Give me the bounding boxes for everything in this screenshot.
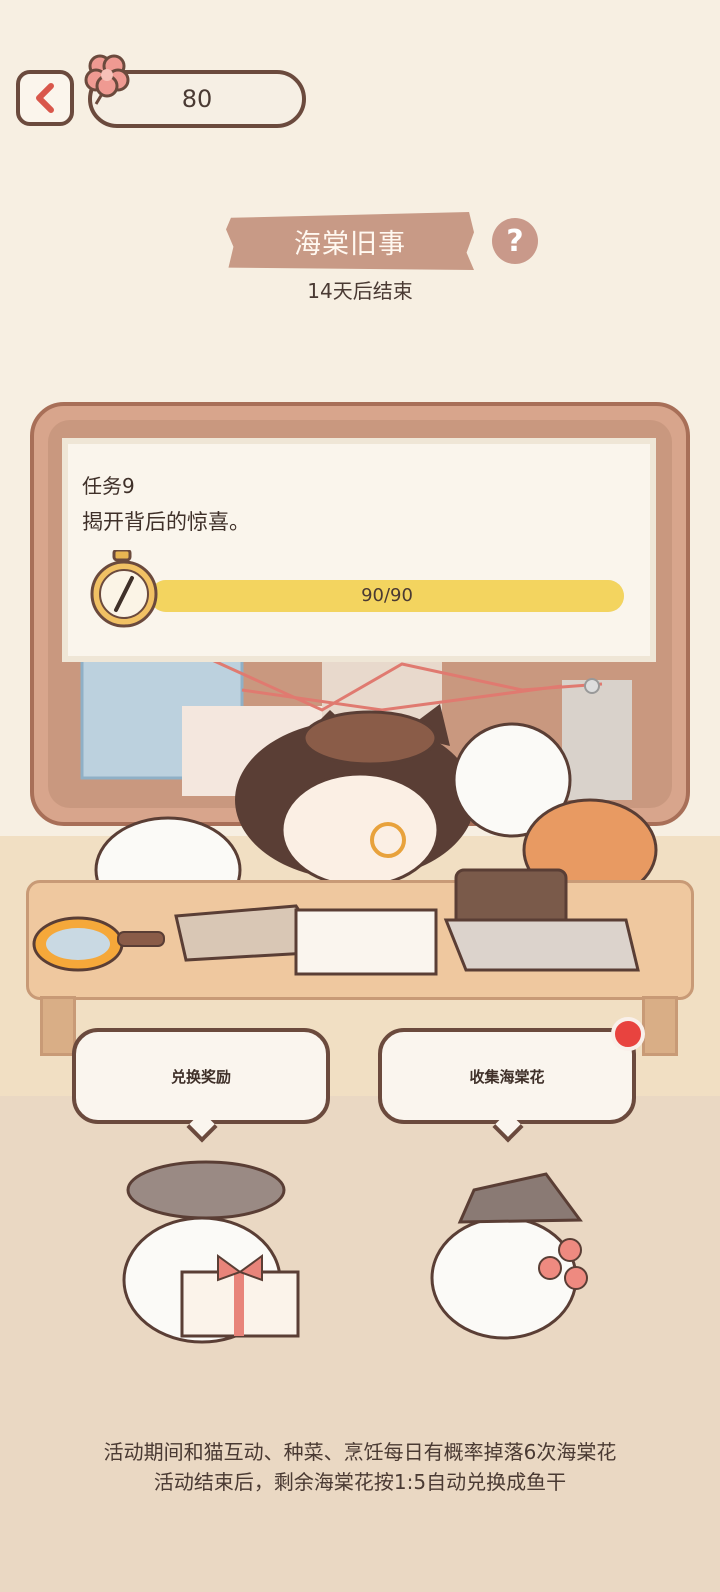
event-title: 海棠旧事 — [294, 228, 406, 260]
help-button[interactable]: ? — [492, 218, 538, 264]
exchange-rewards-button[interactable]: 兑换奖励 — [72, 1028, 330, 1124]
currency-value: 80 — [181, 85, 213, 113]
exchange-rewards-label: 兑换奖励 — [170, 1067, 231, 1086]
event-title-banner: 海棠旧事 — [226, 212, 474, 270]
task-title: 任务9 — [82, 474, 135, 498]
collect-flowers-label: 收集海棠花 — [469, 1067, 545, 1086]
back-button[interactable] — [16, 70, 74, 126]
cat-with-gift-illustration[interactable] — [110, 1160, 320, 1350]
event-countdown: 14天后结束 — [307, 279, 413, 303]
chevron-left-icon — [36, 83, 54, 113]
notification-dot — [611, 1017, 645, 1051]
table-leg — [642, 996, 678, 1056]
collect-flowers-button[interactable]: 收集海棠花 — [378, 1028, 636, 1124]
cat-with-flowers-illustration[interactable] — [420, 1150, 620, 1350]
footer-info-line-1: 活动期间和猫互动、种菜、烹饪每日有概率掉落6次海棠花 — [103, 1440, 617, 1464]
begonia-flower-icon — [84, 54, 130, 105]
task-progress-text: 90/90 — [361, 585, 413, 606]
table-leg — [40, 996, 76, 1056]
task-description: 揭开背后的惊喜。 — [82, 510, 250, 534]
footer-info-line-2: 活动结束后，剩余海棠花按1:5自动兑换成鱼干 — [153, 1470, 567, 1494]
stopwatch-icon — [90, 550, 158, 628]
table-items-illustration — [32, 868, 640, 976]
question-icon: ? — [506, 223, 524, 259]
